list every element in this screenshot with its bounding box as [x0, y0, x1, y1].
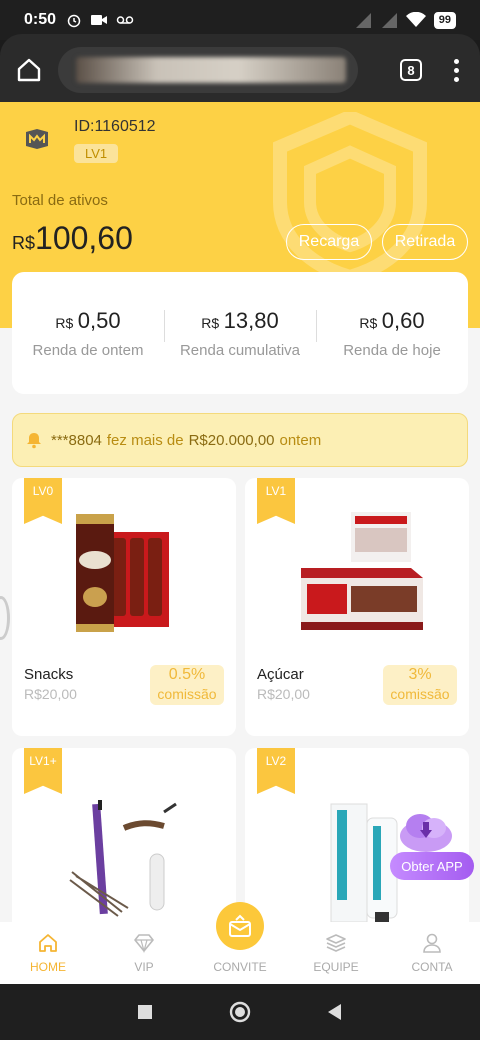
nav-conta[interactable]: CONTA: [384, 922, 480, 984]
assets-currency: R$: [12, 233, 36, 253]
stat-label: Renda de hoje: [343, 341, 441, 359]
bell-icon: [27, 433, 41, 449]
user-id: ID:1160512: [74, 118, 156, 135]
snacks-product-image: [76, 514, 169, 632]
assets-amount: 100,60: [35, 220, 133, 256]
nav-label: HOME: [30, 960, 66, 974]
side-drag-handle[interactable]: [0, 596, 10, 640]
product-name: Snacks: [24, 666, 74, 683]
product-card-snacks[interactable]: LV0 Snacks R$20,00 0.5% comissão: [12, 478, 236, 736]
user-icon: [423, 933, 441, 953]
browser-toolbar: 8: [0, 34, 480, 106]
stat-value: 0,50: [77, 307, 121, 333]
tab-count-button[interactable]: 8: [400, 59, 422, 81]
nav-convite[interactable]: CONVITE: [192, 902, 288, 984]
product-card-lv1plus[interactable]: LV1+: [12, 748, 236, 922]
notice-amount: R$20.000,00: [188, 431, 275, 449]
commission-badge: 3% comissão: [383, 665, 457, 705]
nav-label: CONTA: [411, 960, 453, 974]
brand-logo-icon: [26, 129, 48, 149]
notice-text-b: ontem: [279, 431, 322, 449]
diamond-icon: [134, 934, 154, 954]
browser-menu-button[interactable]: [446, 58, 466, 82]
url-bar[interactable]: [58, 47, 358, 93]
stat-label: Renda cumulativa: [179, 341, 301, 359]
stat-cumulative: R$ 13,80 Renda cumulativa: [164, 308, 316, 359]
product-price: R$20,00: [257, 686, 310, 702]
total-assets-value: R$100,60: [12, 220, 133, 257]
url-blurred: [76, 57, 346, 83]
nav-label: VIP: [134, 960, 154, 974]
battery-icon: 99: [433, 11, 456, 29]
alarm-icon: [67, 14, 81, 28]
product-card-acucar[interactable]: LV1 Açúcar R$20,00 3% comissão: [245, 478, 469, 736]
commission-label: comissão: [157, 686, 217, 702]
caramel-product-image: [301, 512, 423, 630]
signal-icon: [355, 13, 371, 28]
notice-banner: ***8804 fez mais de R$20.000,00 ontem: [12, 413, 468, 467]
income-stats-card: R$ 0,50 Renda de ontem R$ 13,80 Renda cu…: [12, 272, 468, 394]
android-home-icon[interactable]: [229, 1001, 251, 1023]
notice-user: ***8804: [51, 431, 102, 449]
bottom-nav: HOME VIP CONVITE EQUIPE CONTA: [0, 902, 480, 984]
back-icon[interactable]: [327, 1003, 343, 1021]
nav-home[interactable]: HOME: [0, 922, 96, 984]
convite-circle[interactable]: [216, 902, 264, 950]
stat-currency: R$: [55, 314, 74, 331]
home-icon: [39, 934, 57, 952]
recarga-button[interactable]: Recarga: [286, 224, 372, 260]
obter-app-button[interactable]: Obter APP: [390, 852, 474, 880]
level-badge: LV1: [74, 144, 119, 163]
android-nav-bar: [0, 984, 480, 1040]
nav-label: EQUIPE: [313, 960, 359, 974]
wifi-icon: [405, 12, 426, 27]
stat-currency: R$: [359, 314, 378, 331]
video-icon: [91, 15, 108, 25]
home-outline-icon: [17, 58, 41, 82]
stat-value: 13,80: [223, 307, 279, 333]
product-price: R$20,00: [24, 686, 77, 702]
commission-value: 0.5%: [168, 666, 206, 683]
nav-equipe[interactable]: EQUIPE: [288, 922, 384, 984]
commission-label: comissão: [390, 686, 450, 702]
app-content: ID:1160512 LV1 Total de ativos R$100,60 …: [0, 102, 480, 922]
total-assets-label: Total de ativos: [12, 192, 108, 209]
stat-yesterday: R$ 0,50 Renda de ontem: [12, 308, 164, 359]
stat-value: 0,60: [381, 307, 425, 333]
product-name: Açúcar: [257, 666, 304, 683]
stat-label: Renda de ontem: [32, 341, 144, 359]
invite-icon: [229, 914, 251, 937]
cloud-download-icon: [400, 814, 452, 852]
voicemail-icon: [116, 16, 134, 24]
nav-label: CONVITE: [213, 960, 267, 974]
status-time: 0:50: [24, 11, 57, 28]
signal-icon-2: [381, 13, 397, 28]
brow-pen-product-image: [69, 800, 177, 917]
commission-value: 3%: [408, 666, 432, 683]
retirada-button[interactable]: Retirada: [382, 224, 468, 260]
nav-vip[interactable]: VIP: [96, 922, 192, 984]
notice-text-a: fez mais de: [106, 431, 184, 449]
browser-home-button[interactable]: [14, 55, 44, 85]
stat-today: R$ 0,60 Renda de hoje: [316, 308, 468, 359]
commission-badge: 0.5% comissão: [150, 665, 224, 705]
recents-icon[interactable]: [137, 1004, 153, 1020]
stat-currency: R$: [201, 314, 220, 331]
layers-icon: [326, 934, 346, 952]
obter-app-widget[interactable]: Obter APP: [390, 814, 474, 880]
